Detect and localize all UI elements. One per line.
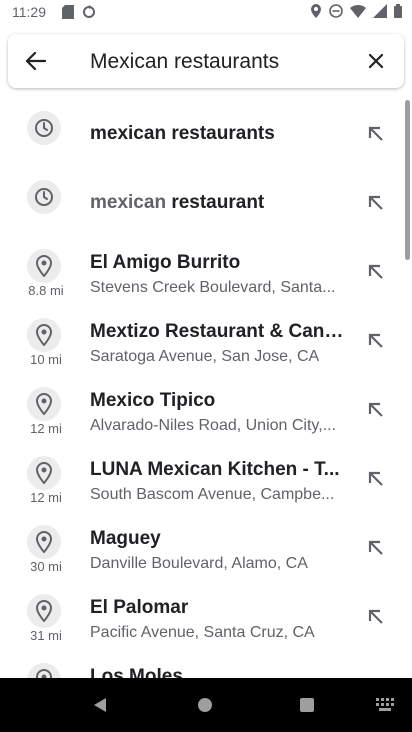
place-suggestion-item[interactable]: 30 mi Maguey Danville Boulevard, Alamo, … [0, 512, 412, 581]
place-name: LUNA Mexican Kitchen - T... [90, 459, 340, 480]
fill-query-button[interactable] [364, 329, 388, 353]
arrow-up-left-icon [368, 540, 383, 555]
do-not-disturb-icon [329, 4, 343, 18]
fill-query-button[interactable] [364, 122, 388, 146]
place-name: Maguey [90, 528, 161, 549]
arrow-up-left-icon [368, 264, 383, 279]
place-suggestion-item[interactable]: Los Moles [0, 650, 412, 678]
suggestion-title: mexican restaurants [90, 123, 275, 144]
system-nav-bar [0, 678, 412, 732]
place-name: Mexico Tipico [90, 390, 216, 411]
sync-icon [83, 5, 95, 18]
distance-label: 12 mi [30, 490, 62, 505]
place-pin-icon [27, 456, 61, 490]
place-address: Alvarado-Niles Road, Union City,... [90, 417, 337, 434]
close-icon [368, 53, 384, 69]
fill-query-button[interactable] [364, 191, 388, 215]
place-pin-icon [27, 594, 61, 628]
arrow-up-left-icon [368, 609, 383, 624]
fill-query-button[interactable] [364, 467, 388, 491]
suggestion-title: mexican restaurant [90, 192, 265, 213]
arrow-up-left-icon [368, 471, 383, 486]
search-input[interactable] [88, 44, 352, 80]
status-bar: 11:29 [0, 0, 412, 24]
fill-query-button[interactable] [364, 536, 388, 560]
keyboard-icon[interactable] [376, 698, 396, 712]
distance-label: 31 mi [30, 628, 62, 643]
wifi-icon [350, 5, 366, 18]
fill-query-button[interactable] [364, 398, 388, 422]
fill-query-button[interactable] [364, 605, 388, 629]
back-button[interactable] [22, 47, 50, 75]
suggestion-item[interactable]: mexican restaurants [0, 98, 412, 167]
place-pin-icon [27, 387, 61, 421]
fill-query-button[interactable] [364, 260, 388, 284]
distance-label: 30 mi [30, 559, 62, 574]
distance-label: 12 mi [30, 421, 62, 436]
suggestion-list: mexican restaurants mexican restaurant 8… [0, 98, 412, 678]
distance-label: 10 mi [30, 352, 62, 367]
battery-icon [394, 4, 402, 18]
place-pin-icon [27, 249, 61, 283]
place-suggestion-item[interactable]: 12 mi Mexico Tipico Alvarado-Niles Road,… [0, 374, 412, 443]
place-pin-icon [27, 663, 61, 678]
place-address: Danville Boulevard, Alamo, CA [90, 555, 308, 572]
clear-search-button[interactable] [362, 47, 390, 75]
sd-card-icon [62, 5, 74, 19]
nav-recents-icon[interactable] [300, 698, 314, 712]
history-icon [27, 111, 61, 145]
place-suggestion-item[interactable]: 31 mi El Palomar Pacific Avenue, Santa C… [0, 581, 412, 650]
place-address: South Bascom Avenue, Campbe... [90, 486, 335, 503]
arrow-up-left-icon [368, 333, 383, 348]
nav-home-icon[interactable] [198, 698, 212, 712]
arrow-up-left-icon [368, 195, 383, 210]
place-suggestion-item[interactable]: 10 mi Mextizo Restaurant & Cant... Sarat… [0, 305, 412, 374]
place-name: Los Moles [90, 666, 183, 678]
scrollbar[interactable] [405, 100, 410, 260]
place-address: Stevens Creek Boulevard, Santa... [90, 279, 336, 296]
place-pin-icon [27, 525, 61, 559]
location-icon [311, 4, 321, 18]
place-suggestion-item[interactable]: 8.8 mi El Amigo Burrito Stevens Creek Bo… [0, 236, 412, 305]
status-time: 11:29 [12, 4, 46, 20]
history-icon [27, 180, 61, 214]
arrow-back-icon [26, 52, 46, 70]
place-suggestion-item[interactable]: 12 mi LUNA Mexican Kitchen - T... South … [0, 443, 412, 512]
suggestion-item[interactable]: mexican restaurant [0, 167, 412, 236]
place-address: Saratoga Avenue, San Jose, CA [90, 348, 320, 365]
arrow-up-left-icon [368, 126, 383, 141]
distance-label: 8.8 mi [28, 283, 64, 298]
place-address: Pacific Avenue, Santa Cruz, CA [90, 624, 315, 641]
place-name: Mextizo Restaurant & Cant... [90, 321, 345, 342]
place-name: El Palomar [90, 597, 189, 618]
signal-icon [373, 4, 387, 18]
search-bar [8, 34, 404, 88]
place-pin-icon [27, 318, 61, 352]
nav-back-icon[interactable] [92, 697, 108, 713]
arrow-up-left-icon [368, 402, 383, 417]
place-name: El Amigo Burrito [90, 252, 241, 273]
